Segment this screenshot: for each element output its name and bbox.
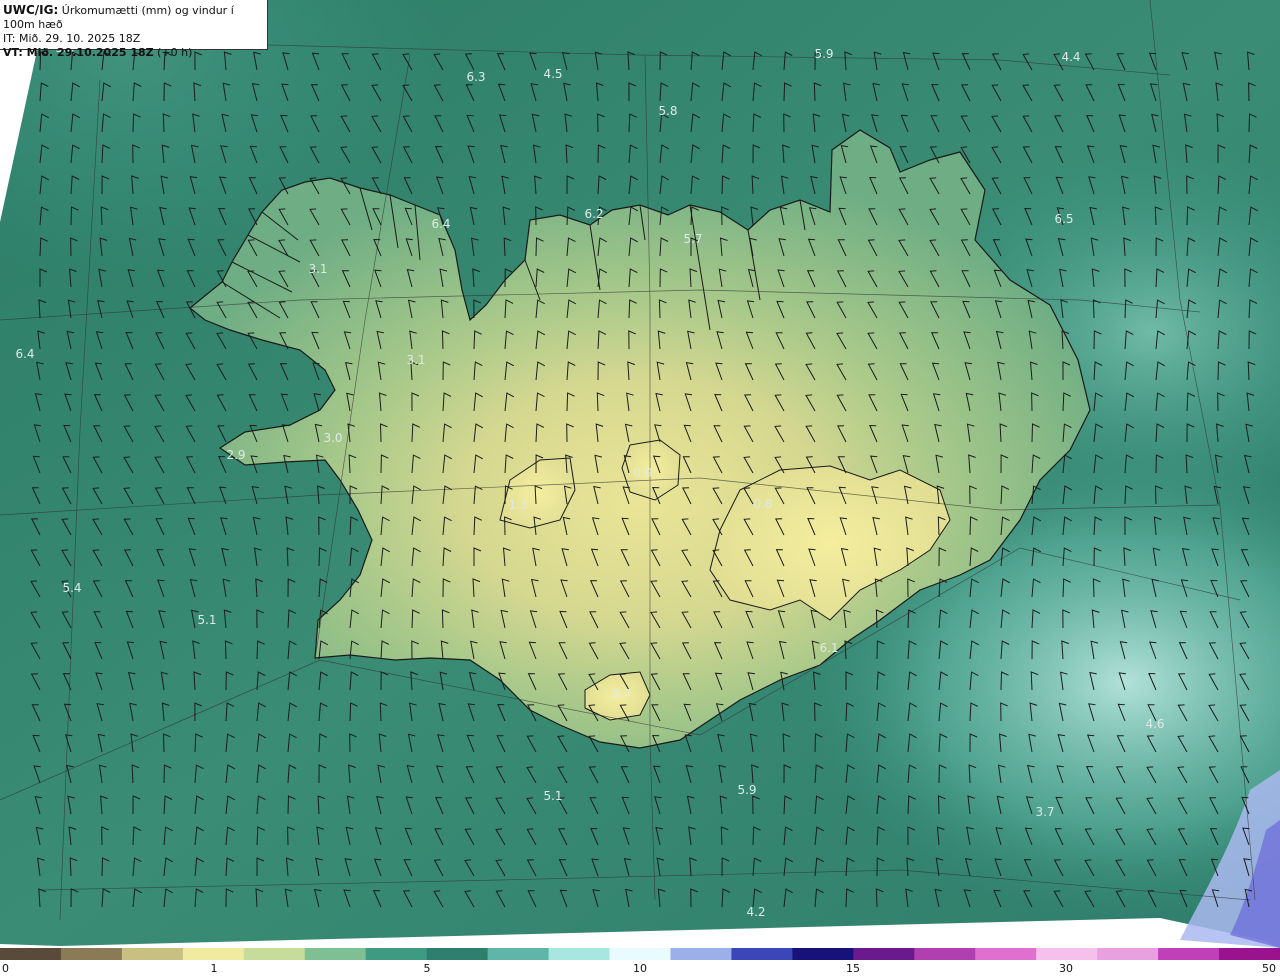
colorbar-segment: [853, 948, 915, 960]
colorbar-segment: [548, 948, 611, 960]
colorbar-segment: [609, 948, 671, 960]
colorbar-segment: [365, 948, 428, 960]
title-line: UWC/IG: Úrkomumætti (mm) og vindur í 100…: [3, 3, 263, 32]
map-value-label: 0.8: [753, 497, 772, 511]
colorbar-segment: [426, 948, 489, 960]
colorbar-tick-label: 1: [210, 962, 218, 975]
map-value-label: 0.9: [633, 466, 652, 480]
colorbar-segment: [792, 948, 854, 960]
map-value-label: 5.1: [197, 613, 216, 627]
colorbar-segment: [914, 948, 976, 960]
map-value-label: 3.7: [1035, 805, 1054, 819]
map-value-label: 3.1: [406, 353, 425, 367]
colorbar-segment: [121, 948, 184, 960]
map-value-label: 6.5: [1054, 212, 1073, 226]
map-value-label: 2.9: [226, 448, 245, 462]
map-value-label: 4.6: [1145, 717, 1164, 731]
valid-offset: (+0 h): [157, 46, 193, 59]
colorbar-segment: [670, 948, 732, 960]
map-value-label: 4.2: [746, 905, 765, 919]
colorbar-segment: [243, 948, 306, 960]
forecast-map: 5.86.34.55.94.45.86.26.45.76.53.16.43.13…: [0, 0, 1280, 948]
valid-time: VT: Mið. 29.10.2025 18Z: [3, 46, 154, 59]
colorbar-tick-label: 30: [1059, 962, 1073, 975]
colorbar: [0, 948, 1280, 960]
map-value-label: 5.4: [62, 581, 81, 595]
map-value-label: 6.2: [584, 207, 603, 221]
colorbar-tick-label: 15: [846, 962, 860, 975]
map-value-label: 1.3: [508, 498, 527, 512]
colorbar-segment: [1097, 948, 1159, 960]
map-value-label: 5.9: [737, 783, 756, 797]
map-value-label: 6.3: [466, 70, 485, 84]
colorbar-segment: [182, 948, 245, 960]
map-value-label: 5.9: [814, 47, 833, 61]
colorbar-tick-label: 50: [1262, 962, 1276, 975]
map-value-label: 6.1: [819, 641, 838, 655]
map-value-label: 4.5: [543, 67, 562, 81]
colorbar-tick-label: 0: [2, 962, 9, 975]
colorbar-segment: [304, 948, 367, 960]
colorbar-segment: [1158, 948, 1220, 960]
colorbar-tick-label: 10: [633, 962, 647, 975]
colorbar-segment: [731, 948, 793, 960]
colorbar-segment: [60, 948, 123, 960]
map-value-label: 5.8: [658, 104, 677, 118]
map-value-label: 5.7: [683, 232, 702, 246]
colorbar-segment: [487, 948, 550, 960]
map-value-label: 3.1: [308, 262, 327, 276]
map-value-label: 3.0: [323, 431, 342, 445]
colorbar-segment: [1219, 948, 1280, 960]
colorbar-tick-label: 5: [423, 962, 431, 975]
model-name: UWC/IG:: [3, 3, 59, 17]
map-value-label: 0.7: [612, 687, 631, 701]
valid-time-line: VT: Mið. 29.10.2025 18Z (+0 h): [3, 46, 263, 60]
colorbar-segment: [0, 948, 62, 960]
info-box: UWC/IG: Úrkomumætti (mm) og vindur í 100…: [0, 0, 268, 59]
map-value-label: 5.1: [543, 789, 562, 803]
colorbar-labels: 0 1 5 10 15 30 50: [0, 962, 1280, 978]
map-value-label: 6.4: [431, 217, 450, 231]
colorbar-segment: [975, 948, 1037, 960]
colorbar-segment: [1036, 948, 1098, 960]
init-time: IT: Mið. 29. 10. 2025 18Z: [3, 32, 141, 45]
map-value-label: 6.4: [15, 347, 34, 361]
map-value-label: 4.4: [1061, 50, 1080, 64]
